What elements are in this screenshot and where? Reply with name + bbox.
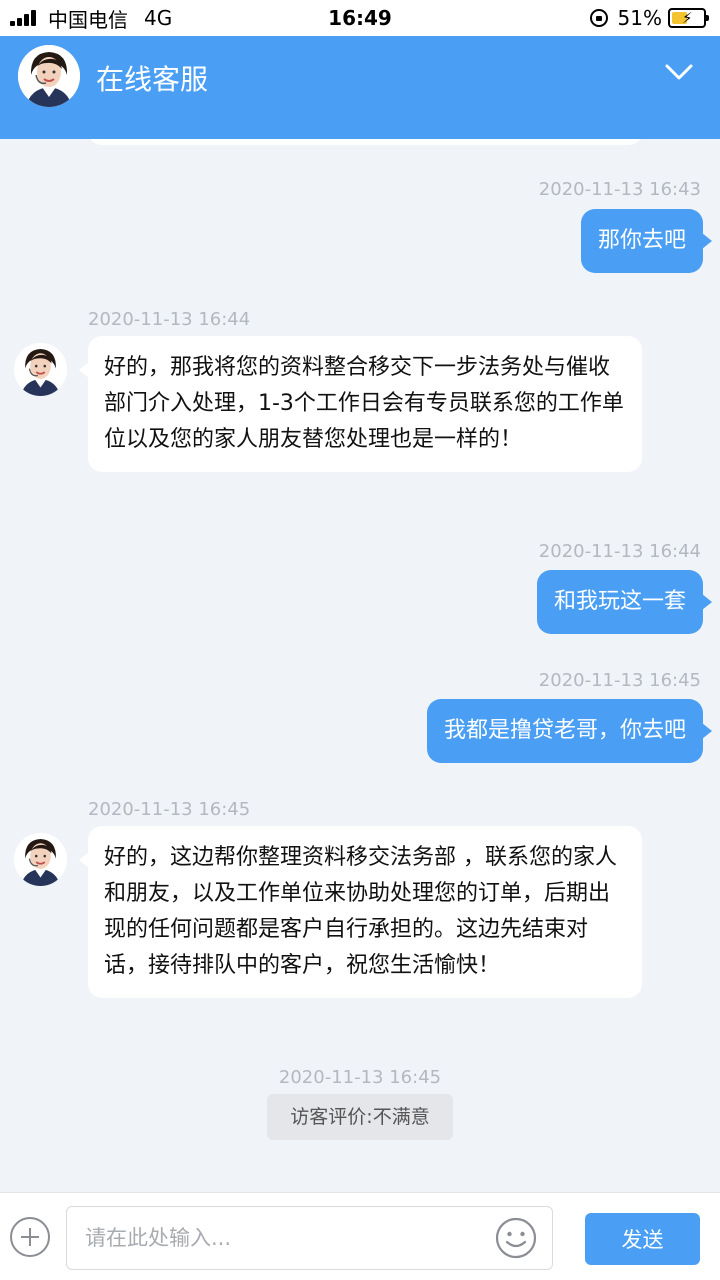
status-right: 51% ⚡ <box>589 0 709 36</box>
message-input[interactable] <box>66 1206 553 1270</box>
orientation-lock-icon <box>589 9 608 27</box>
page-title: 在线客服 <box>96 63 209 96</box>
network-type: 4G <box>144 6 173 30</box>
previous-message-edge <box>88 139 643 145</box>
battery-icon: ⚡ <box>668 8 709 28</box>
agent-avatar <box>14 833 67 886</box>
carrier-name: 中国电信 <box>48 7 128 32</box>
user-message-bubble: 我都是撸贷老哥，你去吧 <box>426 699 713 763</box>
rating-timestamp: 2020-11-13 16:45 <box>278 1067 442 1088</box>
smiley-icon[interactable] <box>495 1217 537 1259</box>
message-timestamp: 2020-11-13 16:45 <box>88 799 251 820</box>
chat-area[interactable]: 2020-11-13 16:43 那你去吧 2020-11-13 16:44 好… <box>0 139 720 1192</box>
send-button[interactable]: 发送 <box>585 1213 700 1265</box>
user-message-bubble: 那你去吧 <box>580 209 713 273</box>
signal-icon <box>10 10 38 26</box>
chevron-down-icon[interactable] <box>664 62 694 82</box>
message-timestamp: 2020-11-13 16:44 <box>538 541 701 562</box>
message-timestamp: 2020-11-13 16:43 <box>538 179 701 200</box>
user-message-bubble: 和我玩这一套 <box>536 570 713 634</box>
charging-icon: ⚡ <box>682 9 693 27</box>
agent-avatar <box>14 343 67 396</box>
visitor-rating-badge: 访客评价:不满意 <box>267 1094 453 1140</box>
message-timestamp: 2020-11-13 16:44 <box>88 309 251 330</box>
chat-header: 在线客服 <box>0 36 720 139</box>
status-left: 中国电信 4G <box>10 0 172 36</box>
plus-circle-icon[interactable] <box>10 1217 50 1257</box>
input-bar: 发送 <box>0 1192 720 1280</box>
status-bar: 中国电信 4G 16:49 51% ⚡ <box>0 0 720 36</box>
agent-message-bubble: 好的，那我将您的资料整合移交下一步法务处与催收部门介入处理，1-3个工作日会有专… <box>79 336 642 472</box>
agent-avatar <box>18 45 80 107</box>
agent-message-bubble: 好的，这边帮你整理资料移交法务部 ，联系您的家人和朋友，以及工作单位来协助处理您… <box>79 826 642 998</box>
message-timestamp: 2020-11-13 16:45 <box>538 670 701 691</box>
battery-percent: 51% <box>617 6 662 30</box>
